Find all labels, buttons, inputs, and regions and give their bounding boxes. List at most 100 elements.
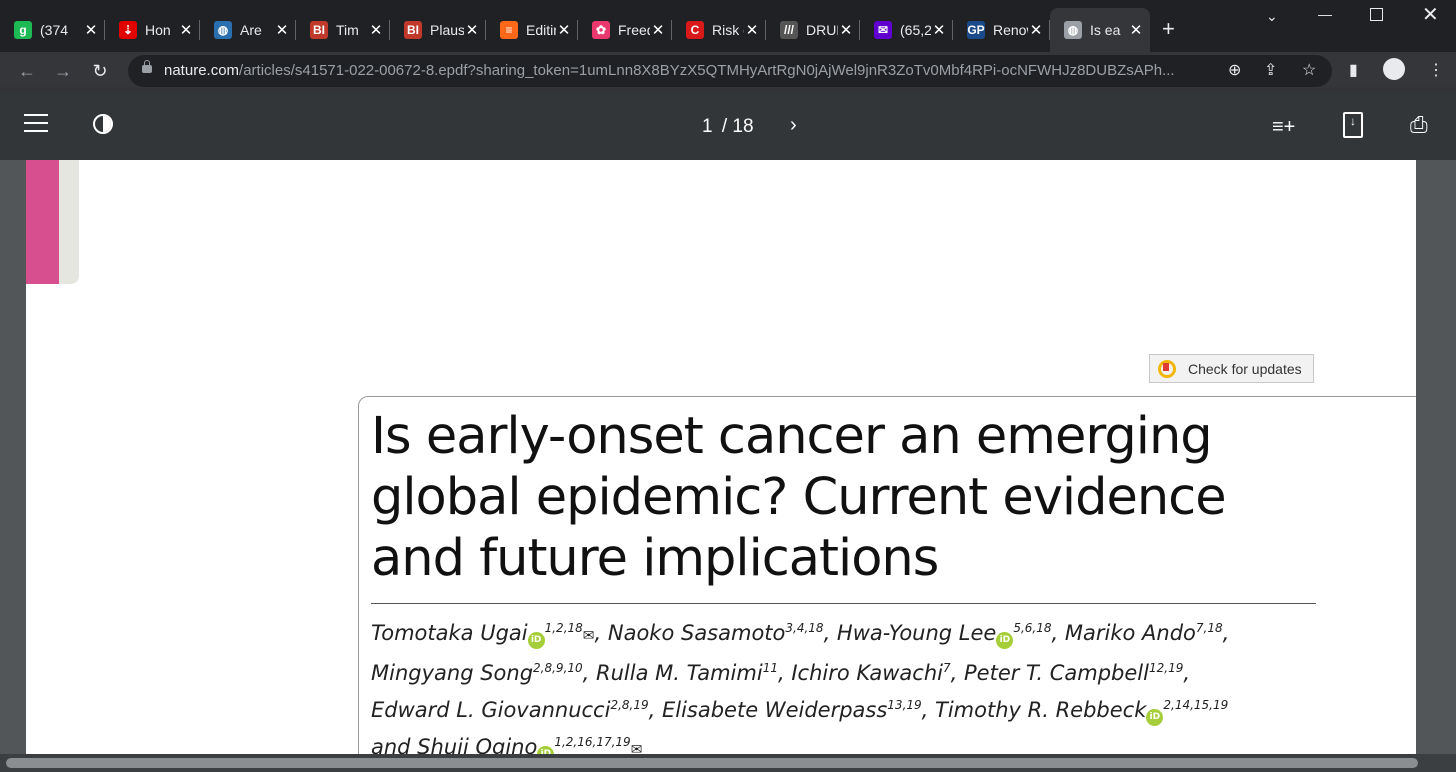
author-separator: , <box>1222 621 1230 645</box>
tab-title: Hon <box>145 22 171 38</box>
pdf-page[interactable]: Check for updates Is early-onset cancer … <box>26 160 1416 754</box>
tab-title: Tim <box>336 22 359 38</box>
tab-favicon-icon: GP <box>967 21 985 39</box>
author-separator: , <box>648 698 662 722</box>
tab-favicon-icon: BI <box>310 21 328 39</box>
next-page-icon[interactable]: › <box>790 114 797 137</box>
share-icon[interactable]: ⇪ <box>1264 60 1277 80</box>
orcid-icon[interactable]: iD <box>537 746 555 754</box>
tab-close-icon[interactable]: ✕ <box>556 21 572 39</box>
article-title: Is early-onset cancer an emerging global… <box>371 407 1227 588</box>
author-name: Ichiro Kawachi <box>791 661 943 685</box>
minimize-icon[interactable]: — <box>1318 6 1332 22</box>
bookmark-star-icon[interactable]: ☆ <box>1302 60 1316 80</box>
tab-close-icon[interactable]: ✕ <box>83 21 99 39</box>
orcid-icon[interactable]: iD <box>527 632 545 649</box>
tab-7[interactable]: C Risk of h✕ <box>672 8 766 52</box>
tab-close-icon[interactable]: ✕ <box>1128 21 1144 39</box>
hamburger-menu-icon[interactable] <box>24 114 48 132</box>
tab-close-icon[interactable]: ✕ <box>931 21 947 39</box>
tab-title: Plausibi <box>430 22 464 38</box>
tab-4[interactable]: BI Plausibi✕ <box>390 8 486 52</box>
tab-6[interactable]: ✿ Freedor✕ <box>578 8 672 52</box>
tab-close-icon[interactable]: ✕ <box>178 21 194 39</box>
profile-avatar[interactable] <box>1383 58 1405 80</box>
tab-favicon-icon: ✿ <box>592 21 610 39</box>
author-name: Naoko Sasamoto <box>607 621 786 645</box>
menu-icon[interactable]: ⋮ <box>1428 60 1444 80</box>
page-indicator: 1 / 18 <box>702 116 754 138</box>
author-name: Edward L. Giovannucci <box>371 698 611 722</box>
author-separator: , <box>823 621 837 645</box>
new-tab-button[interactable]: + <box>1162 16 1175 42</box>
print-icon[interactable]: ⎙ <box>1410 112 1428 138</box>
tab-close-icon[interactable]: ✕ <box>650 21 666 39</box>
scrollbar-thumb[interactable] <box>6 758 1418 768</box>
author-affiliation: 7,18 <box>1195 621 1223 635</box>
author-affiliation: 2,14,15,19 <box>1163 698 1229 712</box>
tab-1[interactable]: ⇣ Hon ✕ <box>105 8 200 52</box>
tab-9[interactable]: ✉ (65,295✕ <box>860 8 953 52</box>
tab-favicon-icon: ≡ <box>500 21 518 39</box>
close-window-icon[interactable]: ✕ <box>1422 2 1439 27</box>
tab-search-icon[interactable]: ⌄ <box>1266 8 1278 25</box>
author-name: Tomotaka Ugai <box>371 621 528 645</box>
check-updates-icon <box>1158 359 1176 378</box>
email-icon[interactable]: ✉ <box>583 628 595 644</box>
side-panel-icon[interactable]: ▮ <box>1349 60 1358 80</box>
pdf-viewer[interactable]: Check for updates Is early-onset cancer … <box>0 160 1456 754</box>
author-list: Tomotaka Ugai iD1,2,18✉, Naoko Sasamoto3,… <box>371 612 1311 754</box>
tab-close-icon[interactable]: ✕ <box>368 21 384 39</box>
author-separator: , <box>582 661 597 685</box>
orcid-icon[interactable]: iD <box>1146 709 1164 726</box>
forward-icon[interactable]: → <box>50 58 76 84</box>
author-affiliation: 3,4,18 <box>785 621 824 635</box>
tab-favicon-icon: BI <box>404 21 422 39</box>
tab-favicon-icon: ✉ <box>874 21 892 39</box>
author-separator: , <box>594 621 608 645</box>
tab-title: (374 <box>40 22 69 38</box>
contrast-icon[interactable] <box>93 114 113 134</box>
author-name: Hwa-Young Lee <box>836 621 997 645</box>
tab-close-icon[interactable]: ✕ <box>464 21 480 39</box>
tab-3[interactable]: BI Tim ✕ <box>296 8 390 52</box>
tab-title: Risk of h <box>712 22 744 38</box>
current-page[interactable]: 1 <box>702 116 713 137</box>
tab-favicon-icon: ◍ <box>1064 21 1082 39</box>
author-name: Peter T. Campbell <box>964 661 1149 685</box>
tab-favicon-icon: g <box>14 21 32 39</box>
author-affiliation: 1,2,18 <box>544 621 583 635</box>
tab-title: Is ea <box>1090 22 1121 38</box>
lock-icon[interactable] <box>142 60 152 73</box>
address-bar[interactable]: nature.com/articles/s41571-022-00672-8.e… <box>128 55 1332 87</box>
maximize-icon[interactable] <box>1370 8 1383 21</box>
zoom-icon[interactable]: ⊕ <box>1228 60 1241 80</box>
tab-close-icon[interactable]: ✕ <box>838 21 854 39</box>
tab-favicon-icon: C <box>686 21 704 39</box>
add-to-list-icon[interactable]: ≡+ <box>1272 116 1295 139</box>
tab-close-icon[interactable]: ✕ <box>1028 21 1044 39</box>
url-text[interactable]: nature.com/articles/s41571-022-00672-8.e… <box>164 62 1214 79</box>
email-icon[interactable]: ✉ <box>631 742 643 754</box>
tab-0[interactable]: g (374 ✕ <box>0 8 105 52</box>
horizontal-scrollbar[interactable] <box>0 754 1456 772</box>
author-affiliation: 2,8,19 <box>610 698 649 712</box>
author-affiliation: 2,8,9,10 <box>533 661 583 675</box>
author-separator: , <box>950 661 964 685</box>
author-name: and Shuji Ogino <box>371 735 538 754</box>
check-for-updates-button[interactable]: Check for updates <box>1149 354 1314 383</box>
author-affiliation: 1,2,16,17,19 <box>554 735 631 749</box>
tab-close-icon[interactable]: ✕ <box>744 21 760 39</box>
orcid-icon[interactable]: iD <box>996 632 1014 649</box>
back-icon[interactable]: ← <box>14 58 40 84</box>
author-separator: , <box>1183 661 1191 685</box>
browser-toolbar: ← → ↻ nature.com/articles/s41571-022-006… <box>0 52 1456 90</box>
reload-icon[interactable]: ↻ <box>87 58 113 84</box>
download-icon[interactable]: ↓ <box>1343 112 1363 138</box>
tab-8[interactable]: /// DRUDG✕ <box>766 8 860 52</box>
tab-11[interactable]: ◍ Is ea ✕ <box>1050 8 1150 52</box>
tab-close-icon[interactable]: ✕ <box>274 21 290 39</box>
tab-10[interactable]: GP Renown✕ <box>953 8 1050 52</box>
tab-2[interactable]: ◍ Are ✕ <box>200 8 296 52</box>
tab-5[interactable]: ≡ Editing✕ <box>486 8 578 52</box>
